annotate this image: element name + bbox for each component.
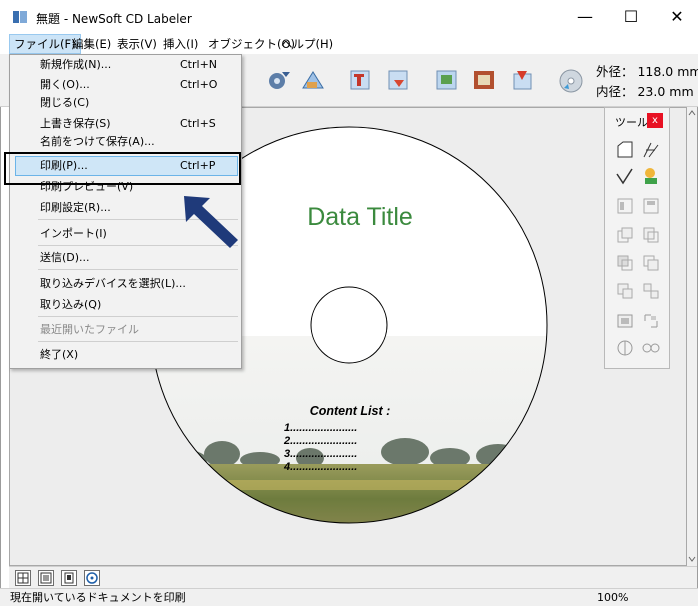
app-icon xyxy=(13,11,27,23)
maximize-button[interactable]: ☐ xyxy=(608,0,654,34)
status-message: 現在開いているドキュメントを印刷 xyxy=(10,591,186,604)
backward-icon[interactable] xyxy=(641,253,661,273)
frame-icon[interactable] xyxy=(471,68,497,92)
tool-palette: ツール... x xyxy=(604,107,670,369)
group-icon[interactable] xyxy=(615,281,635,301)
grid-view-button[interactable] xyxy=(15,570,31,586)
pen-draw-icon[interactable] xyxy=(641,140,661,160)
content-line[interactable]: 3...................... xyxy=(284,448,357,460)
menu-item-label: 印刷設定(R)... xyxy=(40,201,111,214)
disc-settings-icon[interactable] xyxy=(558,68,584,94)
list-view-button[interactable] xyxy=(38,570,54,586)
menu-bar: ファイル(F) 編集(E) 表示(V) 挿入(I) オブジェクト(O) ヘルプ(… xyxy=(0,34,698,54)
menu-item-label: 取り込みデバイスを選択(L)... xyxy=(40,277,186,290)
annotation-highlight-box xyxy=(4,152,241,185)
zoom-level: 100% xyxy=(597,591,629,604)
booklet-icon xyxy=(64,572,74,584)
forward-icon[interactable] xyxy=(615,253,635,273)
content-line[interactable]: 4...................... xyxy=(283,461,357,473)
crop-image-icon[interactable] xyxy=(615,311,635,331)
rotate-left-icon[interactable] xyxy=(266,68,292,92)
menu-item-exit[interactable]: 終了(X) xyxy=(10,345,241,365)
menu-view[interactable]: 表示(V) xyxy=(113,34,161,54)
menu-separator xyxy=(38,269,238,270)
window-title: 無題 - NewSoft CD Labeler xyxy=(36,12,192,26)
disc-view-button[interactable] xyxy=(84,570,100,586)
close-button[interactable]: ✕ xyxy=(654,0,698,34)
menu-item-label: インポート(I) xyxy=(40,227,107,240)
new-shape-icon[interactable] xyxy=(615,140,635,160)
menu-item-shortcut: Ctrl+N xyxy=(180,58,218,71)
content-line[interactable]: 2...................... xyxy=(283,435,357,447)
menu-item-label: 終了(X) xyxy=(40,348,79,361)
menu-item-label: 最近開いたファイル xyxy=(40,323,139,336)
menu-separator xyxy=(38,316,238,317)
image-insert-icon[interactable] xyxy=(386,68,412,92)
menu-item-save[interactable]: 上書き保存(S) Ctrl+S xyxy=(10,114,241,134)
content-line[interactable]: 1...................... xyxy=(284,422,357,434)
menu-item-recent-files: 最近開いたファイル xyxy=(10,320,241,340)
content-list-heading[interactable]: Content List : xyxy=(310,404,391,418)
booklet-view-button[interactable] xyxy=(61,570,77,586)
menu-item-open[interactable]: 開く(O)... Ctrl+O xyxy=(10,75,241,95)
flip-icon[interactable] xyxy=(300,68,326,92)
bring-front-icon[interactable] xyxy=(615,225,635,245)
menu-item-shortcut: Ctrl+S xyxy=(180,117,216,130)
outer-diameter: 外径： 118.0 mm xyxy=(596,64,698,79)
inner-diameter: 内径： 23.0 mm xyxy=(596,84,694,99)
send-back-icon[interactable] xyxy=(641,225,661,245)
list-icon xyxy=(40,572,52,584)
title-bar: 無題 - NewSoft CD Labeler — ☐ ✕ xyxy=(0,0,698,34)
ungroup-icon[interactable] xyxy=(641,281,661,301)
photo-icon[interactable] xyxy=(434,68,460,92)
align-left-icon[interactable] xyxy=(615,196,635,216)
clipart-icon[interactable] xyxy=(641,166,661,186)
text-icon[interactable] xyxy=(348,68,374,92)
background-icon[interactable] xyxy=(509,68,535,92)
resize-icon[interactable] xyxy=(641,311,661,331)
menu-item-select-device[interactable]: 取り込みデバイスを選択(L)... xyxy=(10,274,241,294)
menu-item-label: 名前をつけて保存(A)... xyxy=(40,135,155,148)
align-top-icon[interactable] xyxy=(641,196,661,216)
menu-item-label: 新規作成(N)... xyxy=(40,58,112,71)
disc-dimensions: 外径： 118.0 mm 内径： 23.0 mm xyxy=(596,62,698,102)
minimize-button[interactable]: — xyxy=(562,0,608,34)
palette-close-button[interactable]: x xyxy=(647,113,663,128)
line-tool-icon[interactable] xyxy=(615,166,635,186)
menu-item-acquire[interactable]: 取り込み(Q) xyxy=(10,295,241,315)
disc-icon xyxy=(86,572,98,584)
vertical-scrollbar[interactable] xyxy=(687,107,697,566)
mask-icon[interactable] xyxy=(615,338,635,358)
menu-item-label: 開く(O)... xyxy=(40,78,90,91)
view-mode-bar xyxy=(9,566,697,589)
menu-item-save-as[interactable]: 名前をつけて保存(A)... xyxy=(10,132,241,152)
scroll-arrows xyxy=(688,110,696,562)
grid-icon xyxy=(17,572,29,584)
menu-insert[interactable]: 挿入(I) xyxy=(159,34,202,54)
label-title[interactable]: Data Title xyxy=(307,203,413,231)
menu-item-send[interactable]: 送信(D)... xyxy=(10,248,241,268)
menu-item-label: 上書き保存(S) xyxy=(40,117,111,130)
effects-icon[interactable] xyxy=(641,338,661,358)
menu-separator xyxy=(38,341,238,342)
menu-item-shortcut: Ctrl+O xyxy=(180,78,218,91)
annotation-arrow-icon xyxy=(184,196,238,248)
menu-item-label: 取り込み(Q) xyxy=(40,298,102,311)
status-bar: 現在開いているドキュメントを印刷 100% xyxy=(0,588,698,606)
menu-item-close[interactable]: 閉じる(C) xyxy=(10,93,241,113)
menu-edit[interactable]: 編集(E) xyxy=(68,34,115,54)
menu-item-new[interactable]: 新規作成(N)... Ctrl+N xyxy=(10,55,241,75)
menu-item-label: 閉じる(C) xyxy=(40,96,90,109)
menu-item-label: 送信(D)... xyxy=(40,251,90,264)
menu-help[interactable]: ヘルプ(H) xyxy=(277,34,337,54)
